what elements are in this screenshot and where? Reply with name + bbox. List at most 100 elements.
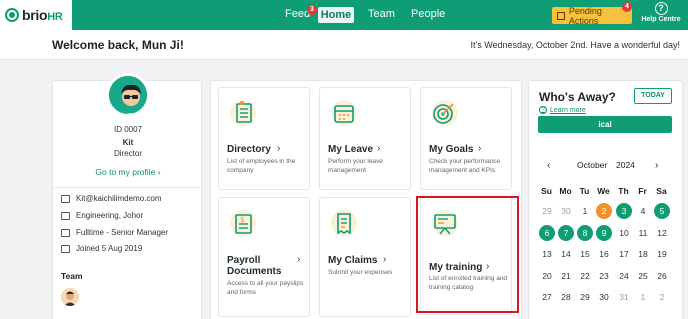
calendar-day[interactable]: 17 (616, 246, 632, 262)
calendar-day[interactable]: 23 (596, 268, 612, 284)
welcome-date-text: It's Wednesday, October 2nd. Have a wond… (470, 40, 680, 50)
clipboard-icon (557, 11, 565, 20)
tile-my-leave-desc: Perform your leave management (328, 158, 383, 174)
tile-directory[interactable]: Directory › List of employees in the com… (218, 87, 310, 190)
calendar-day[interactable]: 2 (596, 203, 612, 219)
divider (53, 187, 203, 188)
calendar-day[interactable]: 25 (635, 268, 651, 284)
email-text: Kit@kaichilimdemo.com (76, 194, 162, 203)
chevron-right-icon: › (157, 167, 161, 177)
receipt-icon (331, 210, 357, 236)
employment-row: Fulltime - Senior Manager (61, 228, 168, 237)
help-icon: ? (654, 2, 668, 15)
calendar-day[interactable]: 1 (635, 289, 651, 305)
team-heading: Team (61, 271, 83, 281)
calendar-month[interactable]: October (577, 160, 607, 170)
learn-more-link[interactable]: ? Learn more (539, 106, 586, 114)
email-row: Kit@kaichilimdemo.com (61, 194, 161, 203)
calendar-day[interactable]: 7 (558, 225, 574, 241)
calendar-day[interactable]: 30 (596, 289, 612, 305)
calendar-day[interactable]: 13 (539, 246, 555, 262)
calendar-day[interactable]: 9 (596, 225, 612, 241)
tile-payroll-desc: Access to all your payslips and forms (227, 280, 304, 296)
logo-text: brioHR (22, 7, 63, 23)
weekday-header: Mo (559, 186, 572, 196)
next-month-button[interactable]: › (655, 160, 658, 171)
calendar-day[interactable]: 24 (616, 268, 632, 284)
tile-my-claims[interactable]: My Claims › Submit your expenses (319, 197, 411, 317)
weekday-header: We (597, 186, 610, 196)
welcome-title: Welcome back, Mun Ji! (52, 38, 184, 52)
chevron-right-icon: › (277, 143, 281, 154)
calendar-day[interactable]: 6 (539, 225, 555, 241)
help-centre-label: Help Centre (641, 16, 681, 23)
feed-notification-badge: 3 (307, 5, 317, 15)
nav-people[interactable]: People (411, 8, 445, 20)
calendar-day[interactable]: 27 (539, 289, 555, 305)
help-centre-button[interactable]: ? Help Centre (640, 2, 682, 23)
tile-my-leave-title: My Leave (328, 144, 374, 155)
calendar-day[interactable]: 21 (558, 268, 574, 284)
calendar-day[interactable]: 26 (654, 268, 670, 284)
learn-more-text: Learn more (550, 106, 586, 114)
calendar-day[interactable]: 30 (558, 203, 574, 219)
calendar-day[interactable]: 29 (577, 289, 593, 305)
calendar-day[interactable]: 11 (635, 225, 651, 241)
calendar-day[interactable]: 19 (654, 246, 670, 262)
mail-icon (61, 194, 70, 203)
calendar-day[interactable]: 31 (616, 289, 632, 305)
calendar-day[interactable]: 12 (654, 225, 670, 241)
whos-away-title: Who's Away? (539, 90, 616, 104)
nav-home[interactable]: Home (318, 7, 354, 23)
calendar-day[interactable]: 16 (596, 246, 612, 262)
welcome-bar: Welcome back, Mun Ji! It's Wednesday, Oc… (0, 30, 688, 60)
calendar-small-icon (61, 244, 70, 253)
go-to-profile-link[interactable]: Go to my profile › (53, 167, 203, 177)
calendar-day[interactable]: 3 (616, 203, 632, 219)
nav-team[interactable]: Team (368, 8, 395, 20)
calendar-year[interactable]: 2024 (616, 160, 635, 170)
weekday-header: Su (541, 186, 552, 196)
team-member-avatar[interactable] (61, 288, 79, 306)
employee-role: Director (113, 149, 142, 158)
pending-actions-button[interactable]: Pending Actions (552, 6, 632, 26)
ical-button[interactable]: ical (538, 116, 672, 133)
avatar-illustration (109, 76, 147, 114)
previous-month-button[interactable]: ‹ (547, 160, 550, 171)
tile-my-goals[interactable]: My Goals › Check your performance manage… (420, 87, 512, 190)
weekday-header: Sa (656, 186, 667, 196)
calendar-day[interactable]: 22 (577, 268, 593, 284)
calendar-day[interactable]: 8 (577, 225, 593, 241)
calendar-day[interactable]: 15 (577, 246, 593, 262)
calendar-day[interactable]: 2 (654, 289, 670, 305)
tile-directory-desc: List of employees in the company (227, 158, 296, 174)
calendar-day[interactable]: 4 (635, 203, 651, 219)
today-button[interactable]: TODAY (634, 88, 672, 104)
brand-logo[interactable]: brioHR (0, 0, 72, 30)
question-icon: ? (539, 106, 547, 114)
calendar-day[interactable]: 10 (616, 225, 632, 241)
logo-mark-icon (5, 8, 19, 22)
department-row: Engineering, Johor (61, 211, 143, 220)
calendar-day[interactable]: 14 (558, 246, 574, 262)
tile-payroll-documents[interactable]: $ Payroll Documents › Access to all your… (218, 197, 310, 317)
joined-row: Joined 5 Aug 2019 (61, 244, 142, 253)
calendar-day[interactable]: 28 (558, 289, 574, 305)
user-avatar[interactable] (106, 73, 150, 117)
top-navigation-bar: brioHR Feed 3 Home Team People Pending A… (0, 0, 688, 30)
calendar-icon (331, 100, 357, 126)
weekday-header: Fr (638, 186, 647, 196)
tile-my-leave[interactable]: My Leave › Perform your leave management (319, 87, 411, 190)
payroll-icon: $ (230, 210, 256, 236)
weekday-header: Tu (579, 186, 590, 196)
chevron-right-icon: › (478, 143, 482, 154)
chevron-right-icon: › (377, 143, 381, 154)
tile-my-claims-desc: Submit your expenses (328, 269, 393, 276)
directory-icon (230, 100, 256, 126)
calendar-day[interactable]: 5 (654, 203, 670, 219)
calendar-day[interactable]: 29 (539, 203, 555, 219)
calendar-day[interactable]: 1 (577, 203, 593, 219)
tile-payroll-title: Payroll Documents (227, 255, 282, 277)
calendar-day[interactable]: 20 (539, 268, 555, 284)
calendar-day[interactable]: 18 (635, 246, 651, 262)
